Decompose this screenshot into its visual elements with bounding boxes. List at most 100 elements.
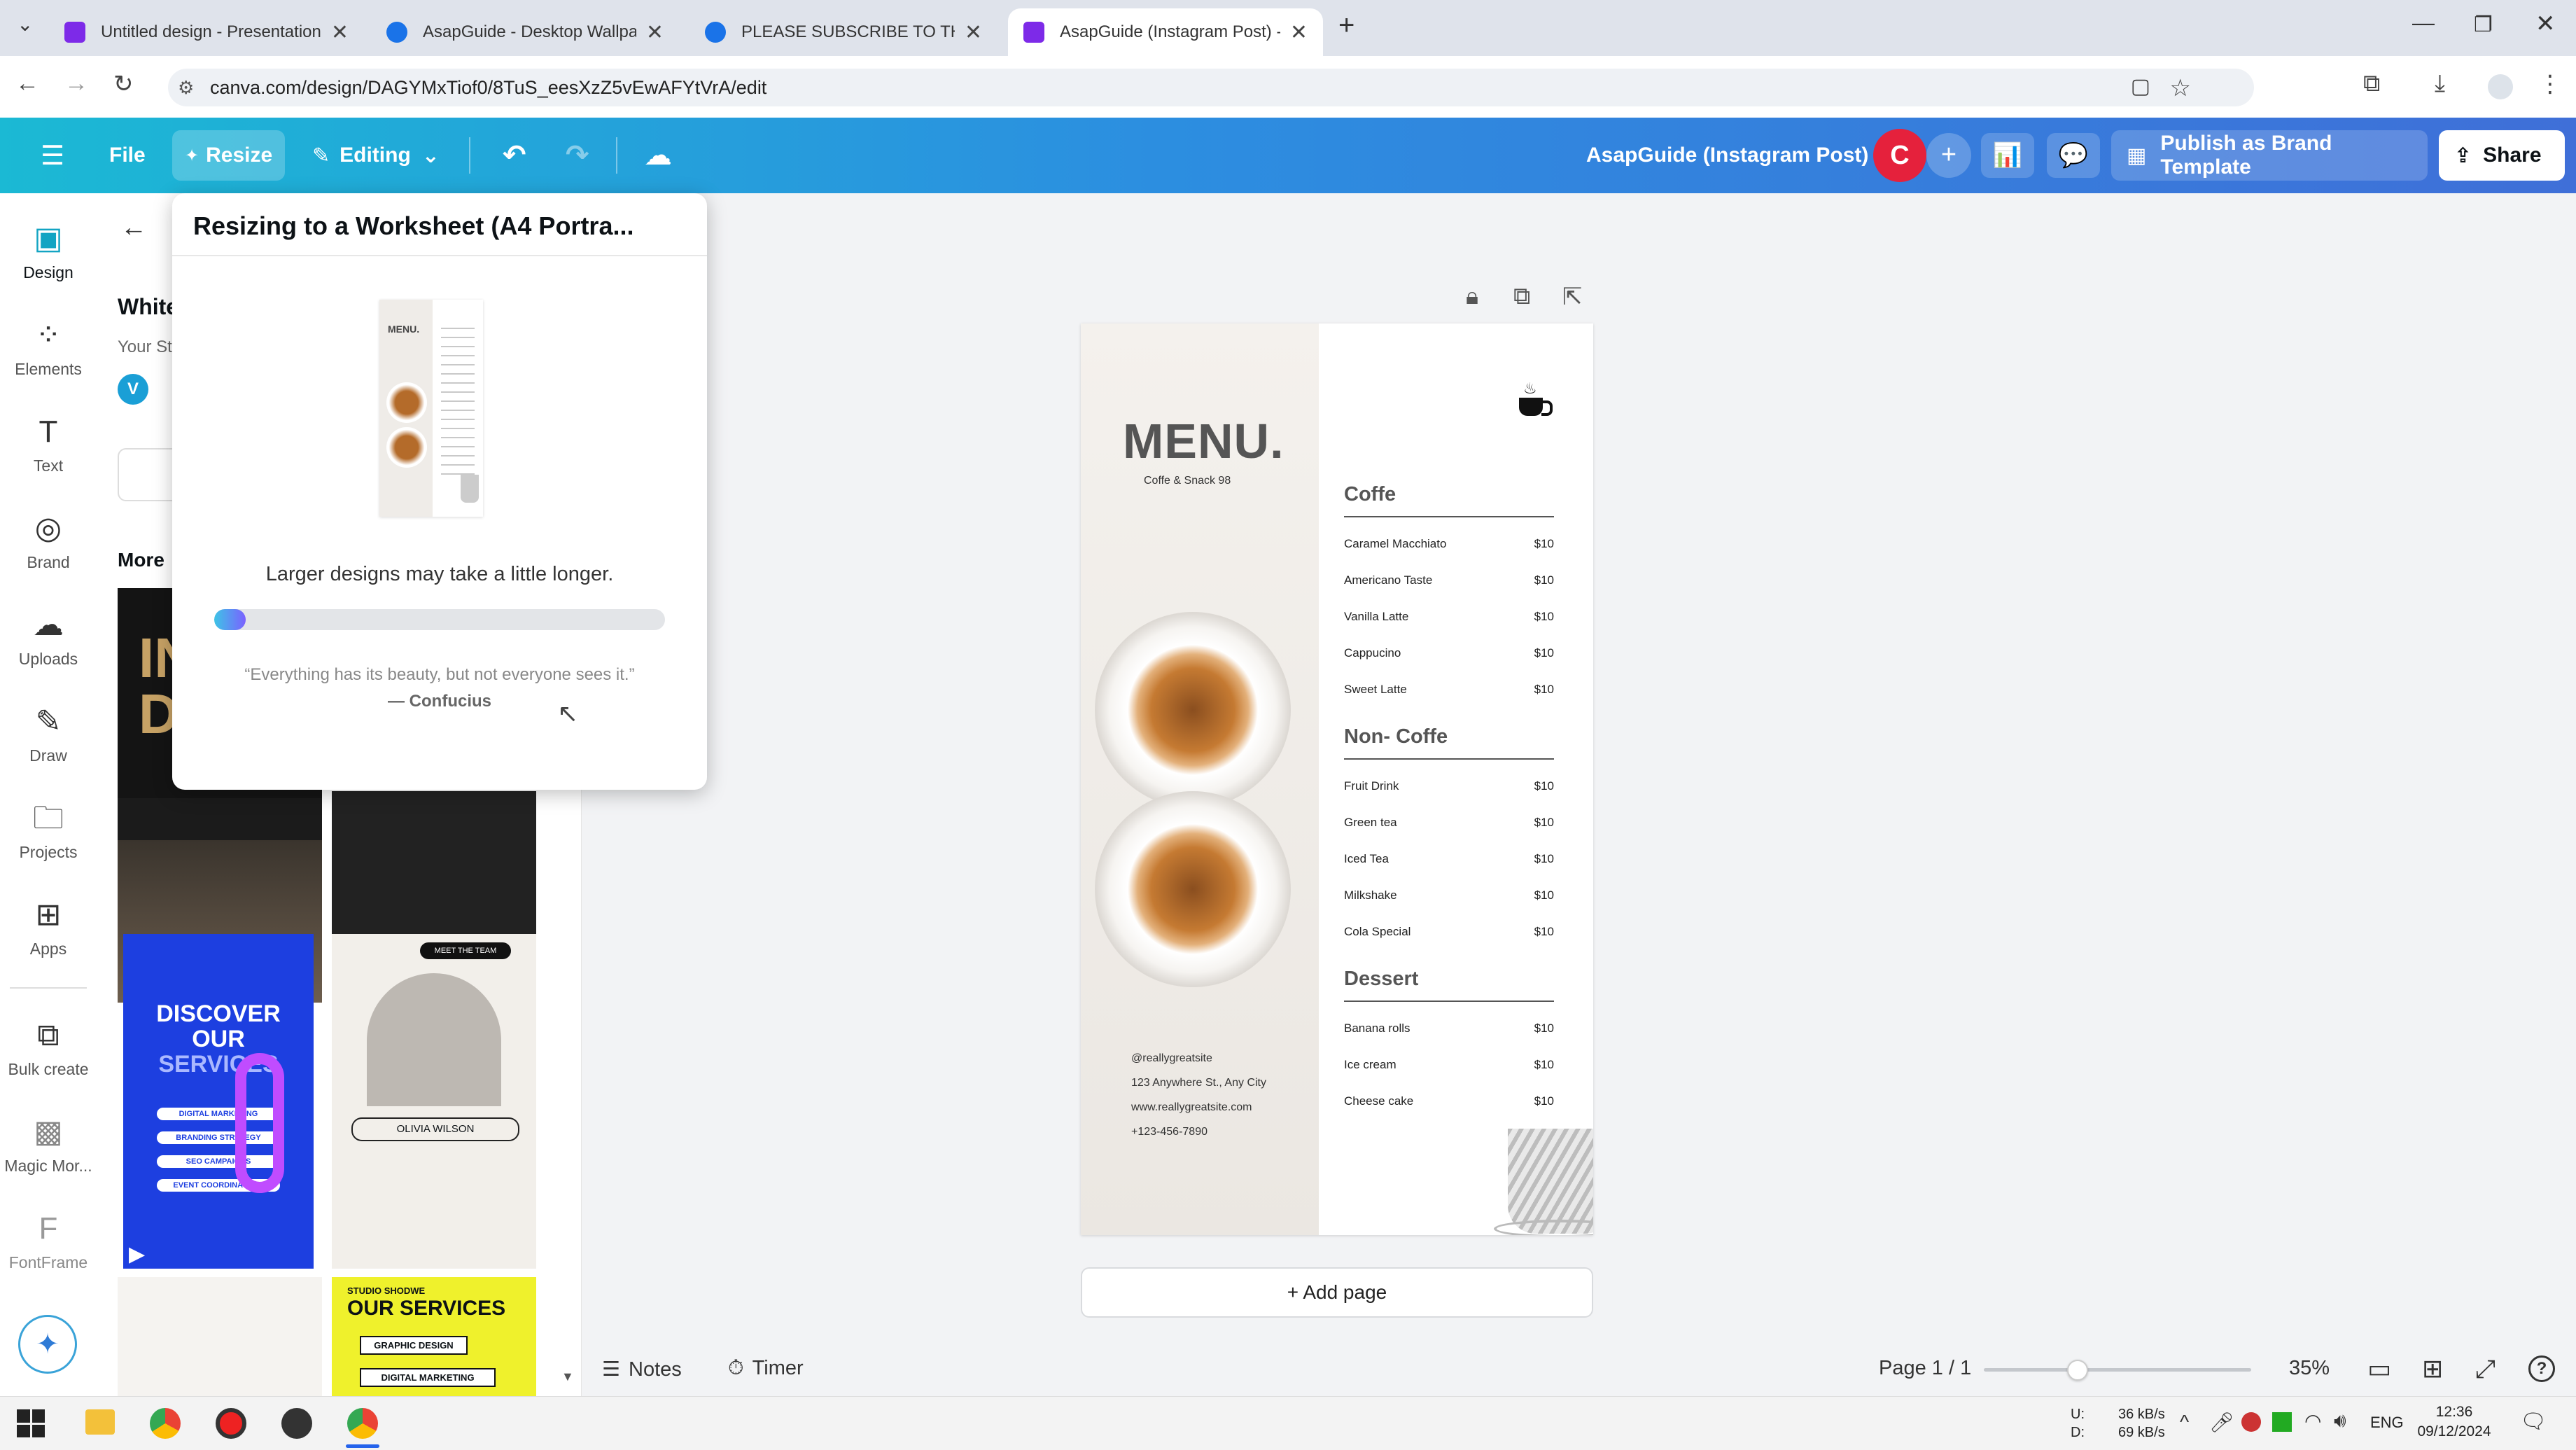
duplicate-page-icon[interactable]: ⧉ [1513, 283, 1530, 310]
new-tab-button[interactable]: + [1338, 10, 1354, 41]
wifi-icon[interactable]: ◠ [2304, 1409, 2321, 1432]
extensions-icon[interactable]: ⧉ [2363, 70, 2380, 97]
cloud-saved-icon[interactable]: ☁ [631, 130, 685, 181]
tray-app-icon[interactable] [2241, 1412, 2261, 1432]
restore-icon[interactable]: ❐ [2474, 13, 2493, 37]
tab-title: Untitled design - Presentation [101, 22, 321, 41]
windows-start-icon[interactable] [17, 1409, 45, 1437]
notes-button[interactable]: ☰ Notes [602, 1357, 682, 1381]
grid-view-icon[interactable]: ⊞ [2422, 1354, 2443, 1383]
recorder-icon[interactable] [216, 1408, 246, 1439]
comments-button[interactable]: 💬 [2047, 133, 2100, 178]
download-icon[interactable]: ⤓ [2435, 70, 2445, 97]
browser-menu-icon[interactable]: ⋮ [2538, 70, 2562, 98]
zoom-slider-track[interactable] [1984, 1360, 2251, 1381]
window-close-icon[interactable]: ✕ [2535, 10, 2556, 38]
scroll-down-arrow-icon[interactable]: ▼ [561, 1369, 574, 1384]
share-button[interactable]: ⇪ Share [2439, 130, 2565, 181]
tray-app-icon[interactable] [2272, 1412, 2292, 1432]
more-section-heading: More [118, 549, 164, 571]
close-icon[interactable]: ✕ [331, 20, 349, 45]
insights-button[interactable]: 📊 [1981, 133, 2034, 178]
magic-assistant-button[interactable]: ✦ [18, 1315, 77, 1374]
clock[interactable]: 12:36 09/12/2024 [2412, 1402, 2496, 1442]
close-icon[interactable]: ✕ [1290, 20, 1308, 45]
rail-item-fontframe[interactable]: F FontFrame [0, 1211, 97, 1272]
redo-icon[interactable]: ↷ [553, 130, 602, 181]
user-avatar[interactable]: C [1873, 129, 1926, 182]
rail-item-brand[interactable]: ◎ Brand [0, 511, 97, 572]
menu-design-page[interactable]: MENU. Coffe & Snack 98 @reallygreatsite … [1081, 323, 1593, 1235]
rail-item-design[interactable]: ▣ Design [0, 221, 97, 282]
rail-item-bulk-create[interactable]: ⧉ Bulk create [0, 1018, 97, 1079]
address-bar[interactable]: ⚙ canva.com/design/DAGYMxTiof0/8TuS_eesX… [168, 69, 2254, 106]
back-arrow-icon[interactable]: ← [120, 213, 147, 243]
obs-icon[interactable] [281, 1408, 312, 1439]
template-thumbnail-discover-services[interactable]: DISCOVER OUR SERVICES DIGITAL MARKETING … [123, 934, 314, 1269]
menu-item-price: $10 [1534, 925, 1554, 938]
template-icon: ▦ [2127, 144, 2147, 167]
menu-item-price: $10 [1534, 683, 1554, 696]
zoom-slider-thumb[interactable] [2066, 1360, 2088, 1381]
timer-button[interactable]: ⏱ Timer [728, 1357, 804, 1380]
template-thumbnail-olivia-wilson[interactable]: MEET THE TEAM OLIVIA WILSON [332, 934, 536, 1269]
tab-subscribe[interactable]: PLEASE SUBSCRIBE TO THIS CH ✕ [690, 8, 997, 56]
language-indicator[interactable]: ENG [2370, 1414, 2404, 1432]
menu-row: Banana rolls $10 [1344, 1022, 1554, 1036]
pages-view-icon[interactable]: ▭ [2367, 1354, 2391, 1383]
rail-item-elements[interactable]: ⁘ Elements [0, 318, 97, 379]
menu-section-coffe: Coffe Caramel Macchiato $10 Americano Tas… [1344, 483, 1554, 697]
rail-item-uploads[interactable]: ☁ Uploads [0, 608, 97, 669]
help-icon[interactable]: ? [2528, 1355, 2555, 1382]
template-thumbnail-blank[interactable] [118, 1277, 322, 1396]
bookmark-star-icon[interactable]: ☆ [2170, 74, 2191, 102]
template-thumbnail-our-services[interactable]: STUDIO SHODWE OUR SERVICES GRAPHIC DESIG… [332, 1277, 536, 1396]
chrome-icon[interactable] [150, 1408, 181, 1439]
add-page-export-icon[interactable]: ⇱ [1562, 283, 1583, 311]
undo-icon[interactable]: ↶ [490, 130, 539, 181]
reload-icon[interactable]: ↻ [113, 70, 134, 98]
page-info-icon[interactable]: ▢ [2131, 74, 2150, 99]
rail-item-projects[interactable]: 🗀 Projects [0, 801, 97, 862]
menu-item-price: $10 [1534, 537, 1554, 550]
microphone-icon[interactable]: 🎤︎ [2209, 1411, 2234, 1434]
chrome-active-icon[interactable] [347, 1408, 378, 1439]
zoom-percentage[interactable]: 35% [2289, 1357, 2330, 1380]
publish-brand-template-button[interactable]: ▦ Publish as Brand Template [2111, 130, 2428, 181]
add-collaborator-button[interactable]: + [1926, 133, 1971, 178]
rail-item-draw[interactable]: ✎ Draw [0, 704, 97, 765]
rail-item-magic-morph[interactable]: ▩ Magic Mor... [0, 1115, 97, 1176]
tab-desktop-wallpaper[interactable]: AsapGuide - Desktop Wallpape ✕ [371, 8, 679, 56]
editor-header: ☰ File ✦ Resize ✎ Editing ⌄ ↶ ↷ ☁ AsapGu… [0, 118, 2576, 193]
lock-icon[interactable]: 🔒︎ [1466, 283, 1478, 310]
rail-item-text[interactable]: T Text [0, 414, 97, 475]
section-heading: Coffe [1344, 483, 1554, 517]
close-icon[interactable]: ✕ [965, 20, 982, 45]
tab-untitled-design[interactable]: Untitled design - Presentation ✕ [49, 8, 364, 56]
minimize-icon[interactable]: — [2412, 10, 2435, 36]
back-arrow-icon[interactable]: ← [15, 70, 39, 97]
rail-item-apps[interactable]: ⊞ Apps [0, 898, 97, 958]
site-settings-icon[interactable]: ⚙ [178, 77, 194, 99]
volume-icon[interactable]: 🔊︎ [2334, 1409, 2346, 1432]
file-explorer-icon[interactable] [85, 1409, 115, 1435]
file-menu-button[interactable]: File [97, 130, 158, 181]
close-icon[interactable]: ✕ [646, 20, 664, 45]
menu-item-name: Cappucino [1344, 646, 1401, 660]
tray-chevron-up-icon[interactable]: ^ [2180, 1411, 2189, 1433]
play-icon[interactable]: ▶ [129, 1242, 145, 1267]
notification-icon[interactable]: 🗨︎ [2520, 1409, 2547, 1434]
document-title[interactable]: AsapGuide (Instagram Post) [1574, 130, 1881, 181]
resize-button[interactable]: ✦ Resize [172, 130, 286, 181]
main-menu-icon[interactable]: ☰ [28, 130, 77, 181]
editing-mode-button[interactable]: ✎ Editing ⌄ [300, 130, 452, 181]
forward-arrow-icon[interactable]: → [64, 70, 88, 97]
menu-item-name: Fruit Drink [1344, 779, 1399, 793]
profile-avatar[interactable] [2488, 74, 2513, 99]
fullscreen-icon[interactable]: ⤢ [2475, 1354, 2496, 1384]
tab-asapguide-instagram[interactable]: AsapGuide (Instagram Post) - Y ✕ [1008, 8, 1323, 56]
add-page-button[interactable]: + Add page [1081, 1267, 1593, 1318]
page-indicator[interactable]: Page 1 / 1 [1879, 1357, 1971, 1380]
menu-row: Iced Tea $10 [1344, 852, 1554, 866]
tab-list-chevron-icon[interactable]: ⌄ [17, 13, 33, 36]
